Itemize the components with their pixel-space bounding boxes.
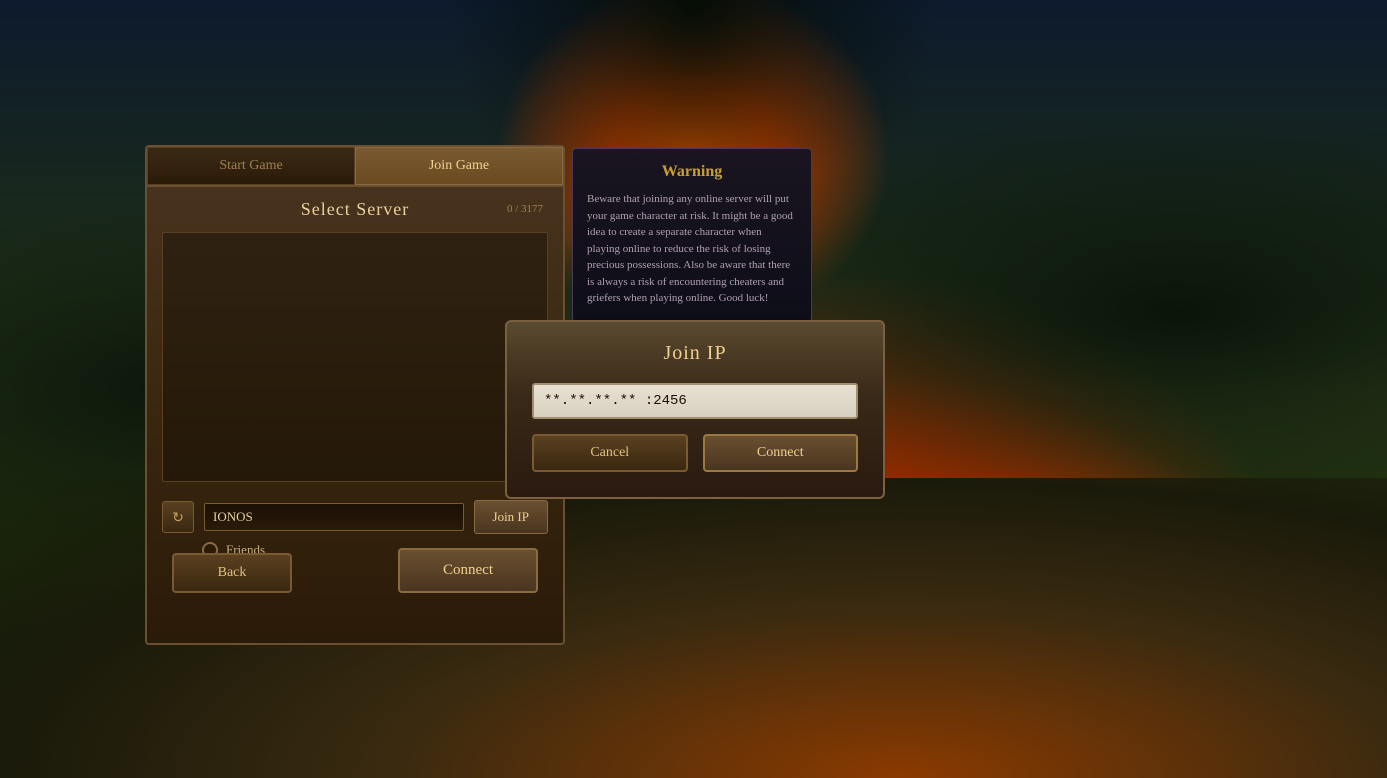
server-browser-panel: Start Game Join Game Select Server 0 / 3… — [145, 145, 565, 645]
modal-title: Join IP — [532, 342, 858, 365]
filter-input[interactable] — [204, 503, 464, 531]
server-count: 0 / 3177 — [507, 203, 543, 215]
warning-text: Beware that joining any online server wi… — [587, 191, 797, 307]
filter-row: ↻ Join IP — [162, 500, 548, 534]
warning-title: Warning — [587, 163, 797, 181]
warning-panel: Warning Beware that joining any online s… — [572, 148, 812, 322]
tab-bar: Start Game Join Game — [147, 147, 563, 187]
join-ip-modal: Join IP Cancel Connect — [505, 320, 885, 499]
modal-connect-button[interactable]: Connect — [703, 434, 859, 472]
panel-title: Select Server — [147, 187, 563, 224]
back-button[interactable]: Back — [172, 553, 292, 593]
refresh-icon: ↻ — [172, 509, 184, 526]
ip-input[interactable] — [532, 383, 858, 419]
refresh-button[interactable]: ↻ — [162, 501, 194, 533]
join-ip-button[interactable]: Join IP — [474, 500, 548, 534]
connect-button[interactable]: Connect — [398, 548, 538, 593]
modal-buttons: Cancel Connect — [532, 434, 858, 472]
ui-layer: Warning Beware that joining any online s… — [0, 0, 1387, 778]
tab-start-game[interactable]: Start Game — [147, 147, 355, 185]
server-list[interactable] — [162, 232, 548, 482]
modal-cancel-button[interactable]: Cancel — [532, 434, 688, 472]
tab-join-game[interactable]: Join Game — [355, 147, 563, 185]
